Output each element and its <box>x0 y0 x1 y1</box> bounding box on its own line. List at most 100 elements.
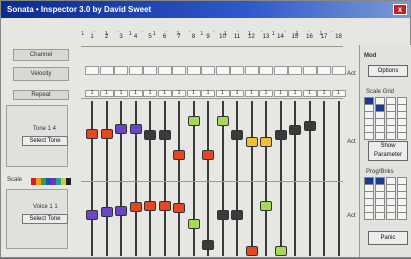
voice-knob-step-4[interactable] <box>129 201 142 212</box>
voice-knob-step-10[interactable] <box>216 209 229 220</box>
voice-knob-step-5[interactable] <box>144 200 156 211</box>
tone-knob-step-7[interactable] <box>173 150 185 160</box>
fader-track-2 <box>105 101 108 256</box>
repeat-cell-14[interactable]: 1 <box>273 90 288 97</box>
step-number-15: 15 <box>291 34 299 40</box>
close-button[interactable]: x <box>393 4 407 15</box>
tone-knob-step-2[interactable] <box>100 129 113 139</box>
repeat-cell-3[interactable]: 1 <box>114 90 128 97</box>
velocity-cell-17[interactable] <box>317 66 331 75</box>
step-number-10: 10 <box>219 34 226 40</box>
repeat-cell-16[interactable]: 1 <box>302 90 317 97</box>
tone-knob-step-15[interactable] <box>289 124 301 135</box>
options-button[interactable]: Options <box>368 65 408 77</box>
panic-button[interactable]: Panic <box>368 231 408 245</box>
show-parameter-button[interactable]: Show Parameter <box>368 141 408 161</box>
repeat-cell-7[interactable]: 1 <box>172 90 186 97</box>
velocity-cell-12[interactable] <box>244 66 259 75</box>
grid-divider <box>81 46 343 47</box>
grid1-cell[interactable] <box>386 132 396 140</box>
velocity-cell-15[interactable] <box>288 66 302 75</box>
repeat-cell-4[interactable]: 1 <box>128 90 143 97</box>
select-tone-button-2[interactable]: Select Tone <box>22 214 68 224</box>
tone-knob-step-14[interactable] <box>274 130 287 141</box>
repeat-cell-5[interactable]: 1 <box>143 90 157 97</box>
velocity-cell-11[interactable] <box>230 66 244 75</box>
velocity-cell-3[interactable] <box>114 66 128 75</box>
tone-knob-step-3[interactable] <box>115 124 127 135</box>
velocity-cell-18[interactable] <box>331 66 346 75</box>
repeat-cell-6[interactable]: 1 <box>157 90 172 97</box>
tone-knob-step-8[interactable] <box>187 116 200 127</box>
tone-knob-step-6[interactable] <box>158 130 171 141</box>
repeat-cell-11[interactable]: 1 <box>230 90 244 97</box>
voice-knob-step-6[interactable] <box>158 200 171 211</box>
window-title: Sonata • Inspector 3.0 by David Sweet <box>7 5 152 14</box>
grid2-cell[interactable] <box>397 212 407 220</box>
velocity-cell-14[interactable] <box>273 66 288 75</box>
title-bar: Sonata • Inspector 3.0 by David Sweet x <box>1 1 410 18</box>
fader-track-11 <box>236 101 238 256</box>
fader-track-5 <box>149 101 151 256</box>
grid1-cell[interactable] <box>364 132 374 140</box>
voice-1-label: Voice 1 1 <box>33 204 58 210</box>
repeat-cell-17[interactable]: 1 <box>317 90 331 97</box>
voice-knob-step-11[interactable] <box>231 209 243 220</box>
repeat-cell-13[interactable]: 1 <box>259 90 273 97</box>
repeat-cell-8[interactable]: 1 <box>186 90 201 97</box>
voice-knob-step-8[interactable] <box>187 218 200 229</box>
repeat-cell-15[interactable]: 1 <box>288 90 302 97</box>
fader-track-12 <box>250 101 253 256</box>
repeat-cell-10[interactable]: 1 <box>215 90 230 97</box>
velocity-cell-7[interactable] <box>172 66 186 75</box>
velocity-cell-9[interactable] <box>201 66 215 75</box>
velocity-cell-6[interactable] <box>157 66 172 75</box>
repeat-cell-9[interactable]: 1 <box>201 90 215 97</box>
voice-knob-step-2[interactable] <box>100 207 113 217</box>
velocity-cell-1[interactable] <box>85 66 99 75</box>
fader-track-7 <box>178 101 180 256</box>
tone-knob-step-13[interactable] <box>260 137 272 148</box>
velocity-cell-2[interactable] <box>99 66 114 75</box>
fader-track-14 <box>279 101 282 256</box>
step-number-11: 11 <box>233 34 241 40</box>
grid2-cell[interactable] <box>364 212 374 220</box>
tone-knob-step-16[interactable] <box>303 120 316 131</box>
tone-knob-step-9[interactable] <box>202 150 214 160</box>
voice-knob-step-7[interactable] <box>173 203 185 214</box>
tone-knob-step-5[interactable] <box>144 130 156 141</box>
step-number-7: 7 <box>177 34 181 40</box>
velocity-cell-4[interactable] <box>128 66 143 75</box>
voice-knob-step-13[interactable] <box>260 200 272 211</box>
velocity-cell-8[interactable] <box>186 66 201 75</box>
grid1-cell[interactable] <box>375 132 385 140</box>
voice-knob-step-12[interactable] <box>245 246 258 256</box>
tone-knob-step-11[interactable] <box>231 130 243 141</box>
voice-knob-step-14[interactable] <box>274 246 287 256</box>
repeat-cell-2[interactable]: 1 <box>99 90 114 97</box>
step-number-4: 4 <box>133 34 138 40</box>
repeat-cell-1[interactable]: 1 <box>85 90 99 97</box>
tone-knob-step-12[interactable] <box>245 137 258 148</box>
velocity-cell-16[interactable] <box>302 66 317 75</box>
velocity-cell-10[interactable] <box>215 66 230 75</box>
tone-knob-step-1[interactable] <box>86 129 98 139</box>
grid2-cell[interactable] <box>375 212 385 220</box>
row-label-b: Act <box>347 139 356 145</box>
repeat-cell-12[interactable]: 1 <box>244 90 259 97</box>
voice-knob-step-1[interactable] <box>86 210 98 221</box>
grid2-cell[interactable] <box>386 212 396 220</box>
velocity-cell-13[interactable] <box>259 66 273 75</box>
repeat-label: Repeat <box>13 90 69 100</box>
select-tone-button-1[interactable]: Select Tone <box>22 136 68 146</box>
velocity-cell-5[interactable] <box>143 66 157 75</box>
repeat-cell-18[interactable]: 1 <box>331 90 346 97</box>
palette-swatch[interactable] <box>66 178 71 185</box>
fader-track-17 <box>323 101 325 256</box>
tone-knob-step-10[interactable] <box>216 116 229 127</box>
step-number-16: 16 <box>306 34 313 40</box>
grid1-cell[interactable] <box>397 132 407 140</box>
voice-knob-step-3[interactable] <box>115 205 127 216</box>
voice-knob-step-9[interactable] <box>202 239 214 250</box>
tone-knob-step-4[interactable] <box>129 124 142 135</box>
